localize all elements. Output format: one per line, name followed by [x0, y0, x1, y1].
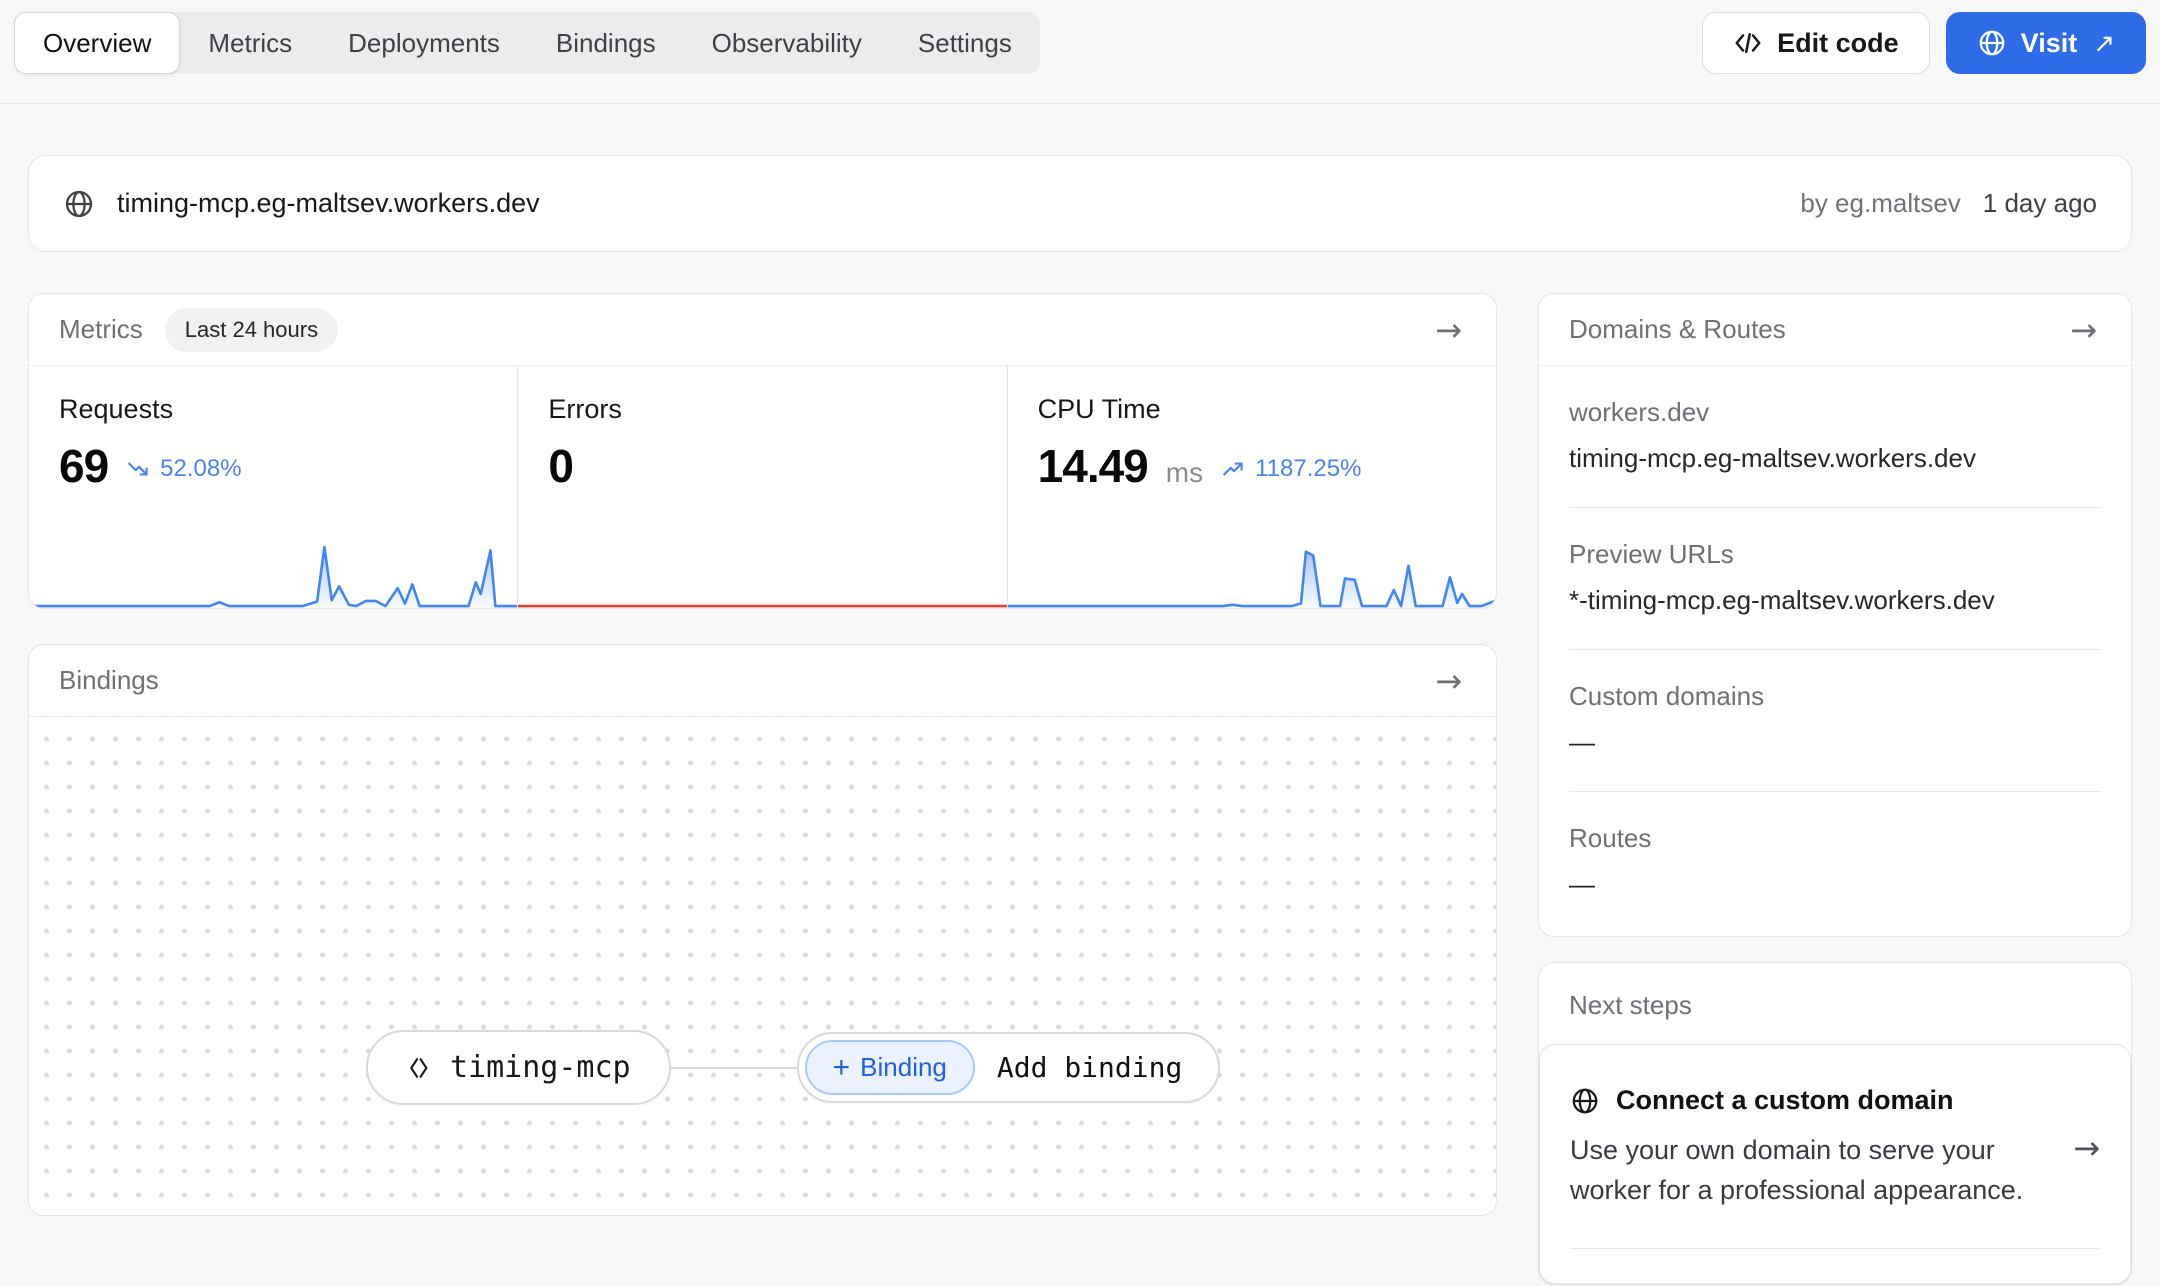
errors-metric: Errors 0	[517, 366, 1006, 608]
domains-routes-card: Domains & Routes → workers.dev timing-mc…	[1538, 293, 2132, 937]
main-content: timing-mcp.eg-maltsev.workers.dev by eg.…	[0, 155, 2160, 1285]
custom-domains-label: Custom domains	[1569, 681, 2101, 712]
globe-icon	[1977, 28, 2007, 58]
metrics-arrow-link[interactable]: →	[1431, 310, 1466, 350]
add-binding-button[interactable]: + Binding Add binding	[797, 1032, 1221, 1103]
next-steps-title: Next steps	[1569, 990, 1692, 1020]
worker-node[interactable]: timing-mcp	[366, 1030, 671, 1105]
bindings-canvas: timing-mcp + Binding Add binding	[29, 717, 1496, 1215]
time-range-badge: Last 24 hours	[165, 308, 338, 352]
preview-urls-label: Preview URLs	[1569, 539, 2101, 570]
next-steps-inner-card: Connect a custom domain Use your own dom…	[1539, 1044, 2131, 1284]
globe-icon	[63, 188, 95, 220]
bindings-arrow-link[interactable]: →	[1431, 661, 1466, 701]
worker-url-link[interactable]: timing-mcp.eg-maltsev.workers.dev	[117, 188, 540, 219]
worker-node-label: timing-mcp	[450, 1050, 631, 1085]
errors-value: 0	[548, 439, 573, 493]
custom-domains-section: Custom domains —	[1539, 650, 2131, 758]
workers-dev-section: workers.dev timing-mcp.eg-maltsev.worker…	[1539, 366, 2131, 474]
metrics-title: Metrics	[59, 314, 143, 345]
next-steps-card: Next steps Connect a custom domain	[1538, 962, 2132, 1285]
next-item-description: Use your own domain to serve your worker…	[1570, 1130, 2040, 1210]
topbar: Overview Metrics Deployments Bindings Ob…	[0, 0, 2160, 104]
domains-title: Domains & Routes	[1569, 314, 1786, 345]
author-label: by eg.maltsev	[1800, 188, 1960, 219]
routes-label: Routes	[1569, 823, 2101, 854]
domains-arrow-link[interactable]: →	[2066, 310, 2101, 350]
last-updated-label: 1 day ago	[1983, 188, 2097, 219]
binding-chip-label: Binding	[860, 1052, 947, 1083]
binding-chip: + Binding	[805, 1040, 975, 1095]
code-icon	[1733, 28, 1763, 58]
next-item-text: Connect a custom domain Use your own dom…	[1570, 1085, 2053, 1210]
trend-up-icon	[1221, 456, 1247, 482]
requests-delta: 52.08%	[126, 455, 241, 483]
cpu-delta-value: 1187.25%	[1255, 455, 1361, 483]
cpu-unit: ms	[1166, 457, 1203, 489]
workers-dev-label: workers.dev	[1569, 397, 2101, 428]
errors-label: Errors	[548, 394, 1006, 425]
next-steps-header: Next steps	[1539, 963, 2131, 1044]
requests-delta-value: 52.08%	[160, 455, 241, 483]
binding-connector-line	[671, 1067, 797, 1069]
requests-label: Requests	[59, 394, 517, 425]
add-binding-label: Add binding	[975, 1051, 1212, 1084]
domains-card-header: Domains & Routes →	[1539, 294, 2131, 366]
preview-urls-value: *-timing-mcp.eg-maltsev.workers.dev	[1569, 585, 2101, 616]
metrics-body: Requests 69 52.08%	[29, 366, 1496, 608]
globe-icon	[1570, 1086, 1600, 1116]
edit-code-button[interactable]: Edit code	[1702, 12, 1930, 74]
connect-custom-domain-item[interactable]: Connect a custom domain Use your own dom…	[1570, 1085, 2100, 1210]
tab-metrics[interactable]: Metrics	[180, 12, 320, 74]
routes-section: Routes —	[1539, 792, 2131, 936]
cpu-delta: 1187.25%	[1221, 455, 1361, 483]
metrics-card: Metrics Last 24 hours → Requests 69	[28, 293, 1497, 609]
plus-icon: +	[833, 1053, 851, 1083]
next-item-arrow-icon: →	[2073, 1129, 2100, 1167]
next-item-title: Connect a custom domain	[1616, 1085, 1954, 1116]
cpu-label: CPU Time	[1038, 394, 1496, 425]
tab-settings[interactable]: Settings	[890, 12, 1040, 74]
errors-sparkline	[518, 544, 1006, 608]
bindings-node-row: timing-mcp + Binding Add binding	[366, 1030, 1220, 1105]
topbar-actions: Edit code Visit ↗	[1702, 12, 2146, 74]
workers-dev-value: timing-mcp.eg-maltsev.workers.dev	[1569, 443, 2101, 474]
bindings-card: Bindings → timing-mcp	[28, 644, 1497, 1216]
cpu-value: 14.49	[1038, 439, 1148, 493]
edit-code-label: Edit code	[1777, 28, 1899, 59]
bindings-title: Bindings	[59, 665, 159, 696]
preview-urls-section: Preview URLs *-timing-mcp.eg-maltsev.wor…	[1539, 508, 2131, 616]
routes-value: —	[1569, 869, 2101, 900]
tab-deployments[interactable]: Deployments	[320, 12, 528, 74]
custom-domains-value: —	[1569, 727, 2101, 758]
cpu-metric: CPU Time 14.49 ms 1187.25%	[1007, 366, 1496, 608]
worker-brackets-icon	[406, 1054, 434, 1082]
cpu-sparkline	[1008, 544, 1496, 608]
divider	[1570, 1248, 2100, 1249]
trend-down-icon	[126, 456, 152, 482]
tab-bindings[interactable]: Bindings	[528, 12, 684, 74]
tab-observability[interactable]: Observability	[684, 12, 890, 74]
visit-label: Visit	[2021, 28, 2078, 59]
worker-url-card: timing-mcp.eg-maltsev.workers.dev by eg.…	[28, 155, 2132, 252]
worker-url-left: timing-mcp.eg-maltsev.workers.dev	[63, 188, 540, 220]
metrics-card-header: Metrics Last 24 hours →	[29, 294, 1496, 366]
bindings-card-header: Bindings →	[29, 645, 1496, 717]
requests-value: 69	[59, 439, 108, 493]
tab-bar: Overview Metrics Deployments Bindings Ob…	[14, 12, 1040, 74]
tab-overview[interactable]: Overview	[14, 12, 180, 74]
requests-sparkline	[29, 544, 517, 608]
requests-metric: Requests 69 52.08%	[29, 366, 517, 608]
visit-button[interactable]: Visit ↗	[1946, 12, 2146, 74]
external-link-icon: ↗	[2093, 28, 2115, 59]
worker-url-meta: by eg.maltsev 1 day ago	[1800, 188, 2097, 219]
